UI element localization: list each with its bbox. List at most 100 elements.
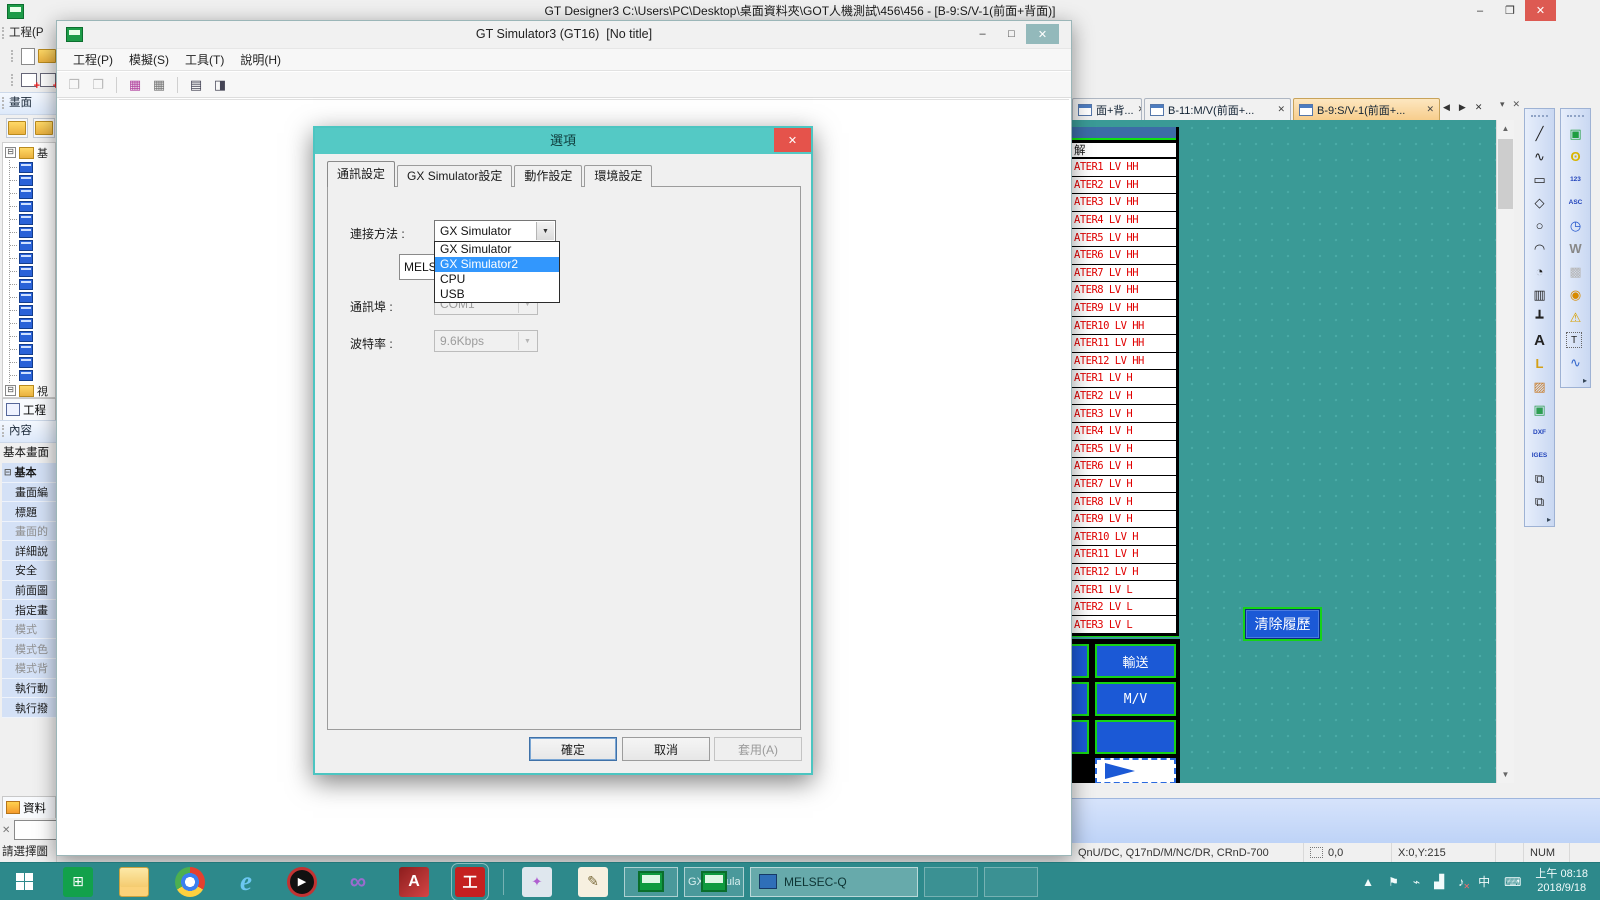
graph-icon[interactable]: ∿ [1563, 351, 1588, 374]
tree-item-screen[interactable] [10, 369, 55, 382]
visual-studio-icon[interactable]: ∞ [343, 867, 373, 897]
toolbar-more-icon[interactable]: ▸ [1583, 374, 1590, 385]
toolbar-drag-handle[interactable] [1567, 115, 1584, 117]
close-tab-icon[interactable]: ✕ [1426, 104, 1434, 115]
sector-icon[interactable]: ◔ [1527, 260, 1552, 283]
capture-group1-icon[interactable]: ⧉ [1527, 467, 1552, 490]
alarm-list-object[interactable]: 解ATER1 LV HHATER2 LV HHATER3 LV HHATER4 … [1072, 127, 1179, 634]
dxf-import-icon[interactable]: DXF [1527, 421, 1552, 444]
taskbar-button-melsec-q[interactable]: MELSEC-Q [750, 867, 918, 897]
dialog-tab[interactable]: 動作設定 [514, 165, 582, 187]
numerical-display-icon[interactable]: 123 [1563, 168, 1588, 191]
close-tab-icon[interactable]: ✕ [1277, 104, 1285, 115]
property-row[interactable]: 詳細說 [2, 541, 56, 561]
chrome-icon[interactable] [175, 867, 205, 897]
alarm-row[interactable]: ATER5 LV HH [1072, 229, 1176, 247]
alarm-row[interactable]: ATER3 LV HH [1072, 194, 1176, 212]
file-explorer-icon[interactable] [119, 867, 149, 897]
alarm-row[interactable]: ATER11 LV HH [1072, 335, 1176, 353]
menu-item[interactable]: 工具(T) [177, 51, 232, 68]
clock[interactable]: 上午 08:18 2018/9/18 [1535, 868, 1588, 895]
close-screen-icon[interactable]: ✕ [1475, 102, 1483, 113]
property-row[interactable]: 安全 [2, 561, 56, 581]
toolbar-close-icon[interactable]: ✕ [1513, 99, 1521, 110]
tray-expand-icon[interactable]: ▲ [1362, 875, 1374, 889]
screen-canvas[interactable]: 解ATER1 LV HHATER2 LV HHATER3 LV HHATER4 … [1072, 120, 1496, 783]
menu-item[interactable]: 模擬(S) [121, 51, 177, 68]
stop-simulation-icon[interactable]: ▦ [148, 75, 170, 95]
alarm-row[interactable]: ATER2 LV H [1072, 388, 1176, 406]
alarm-row[interactable]: ATER7 LV H [1072, 476, 1176, 494]
scroll-down-icon[interactable]: ▼ [1497, 766, 1514, 783]
taskbar-button-gx-simulator[interactable]: GX Simulator [684, 867, 744, 897]
dropdown-option[interactable]: USB [435, 287, 559, 302]
tree-item-screen[interactable] [10, 304, 55, 317]
tab-project[interactable]: 工程 [2, 398, 56, 420]
open-folder2-icon[interactable] [33, 118, 55, 138]
close-button[interactable]: ✕ [1026, 24, 1059, 44]
menu-item[interactable]: 說明(H) [232, 51, 289, 68]
property-row[interactable]: 模式 [2, 620, 56, 640]
toolbar-more-icon[interactable]: ▸ [1547, 513, 1554, 524]
touch-area-icon[interactable]: T [1566, 332, 1582, 348]
property-row[interactable]: 模式色 [2, 639, 56, 659]
tree-item-screen[interactable] [10, 200, 55, 213]
save-project-icon[interactable]: ❐ [87, 75, 109, 95]
switch-icon[interactable]: ▣ [1563, 122, 1588, 145]
alarm-row[interactable]: ATER8 LV H [1072, 493, 1176, 511]
dialog-tab[interactable]: 環境設定 [584, 165, 652, 187]
iges-import-icon[interactable]: IGES [1527, 444, 1552, 467]
power-icon[interactable]: ⌁ [1413, 875, 1420, 889]
dialog-tab[interactable]: GX Simulator設定 [397, 165, 512, 187]
tree-item-screen[interactable] [10, 239, 55, 252]
comment-display-icon[interactable]: W [1563, 237, 1588, 260]
close-button[interactable]: ✕ [1525, 0, 1556, 21]
hmi-button-partial[interactable] [1072, 644, 1089, 678]
dropdown-option[interactable]: CPU [435, 272, 559, 287]
taskbar-button-empty[interactable] [924, 867, 978, 897]
alarm-row[interactable]: ATER9 LV HH [1072, 300, 1176, 318]
alarm-row[interactable]: ATER7 LV HH [1072, 265, 1176, 283]
alarm-row[interactable]: ATER2 LV L [1072, 599, 1176, 617]
scroll-tabs-right-icon[interactable]: ▶ [1459, 102, 1466, 113]
polyline-icon[interactable]: ∿ [1527, 145, 1552, 168]
alarm-row[interactable]: ATER6 LV HH [1072, 247, 1176, 265]
property-row[interactable]: 畫面編 [2, 483, 56, 503]
alarm-row[interactable]: ATER10 LV HH [1072, 317, 1176, 335]
minimize-button[interactable]: – [968, 24, 997, 44]
collapse-icon[interactable]: ⊟ [5, 147, 16, 158]
store-icon[interactable]: ⊞ [63, 867, 93, 897]
autocad-icon[interactable]: A [399, 867, 429, 897]
property-row[interactable]: 基本 [2, 463, 56, 483]
property-row[interactable]: 執行動 [2, 679, 56, 699]
alarm-row[interactable]: 解 [1072, 140, 1176, 159]
alarm-row[interactable]: ATER12 LV HH [1072, 353, 1176, 371]
property-row[interactable]: 模式背 [2, 659, 56, 679]
alarm-row[interactable]: ATER11 LV H [1072, 546, 1176, 564]
tree-item-screen[interactable] [10, 252, 55, 265]
hmi-button-partial[interactable] [1072, 682, 1089, 716]
dialog-close-button[interactable]: ✕ [774, 128, 811, 152]
property-row[interactable]: 指定畫 [2, 600, 56, 620]
blank-button-object[interactable] [1095, 720, 1176, 754]
toolbar-icon[interactable] [177, 77, 178, 93]
canvas-vertical-scrollbar[interactable]: ▲ ▼ [1496, 120, 1514, 783]
triangle-object[interactable] [1095, 758, 1176, 783]
chevron-down-icon[interactable]: ▼ [536, 222, 554, 240]
paint-app-icon[interactable]: ✎ [578, 867, 608, 897]
convey-button-object[interactable]: 輸送 [1095, 644, 1176, 678]
mv-button-object[interactable]: M/V [1095, 682, 1176, 716]
ascii-display-icon[interactable]: ASC [1563, 191, 1588, 214]
scroll-up-icon[interactable]: ▲ [1497, 120, 1514, 137]
tree-item-screen[interactable] [10, 356, 55, 369]
property-row[interactable]: 前面圖 [2, 581, 56, 601]
open-project-icon[interactable] [38, 49, 56, 63]
screen-tab[interactable]: B-9:S/V-1(前面+... ✕ [1293, 98, 1440, 120]
line-icon[interactable]: ╱ [1527, 122, 1552, 145]
minimize-button[interactable]: – [1465, 0, 1495, 21]
text-icon[interactable]: A [1527, 329, 1552, 352]
parts-display-icon[interactable]: ▩ [1563, 260, 1588, 283]
restore-button[interactable]: ❐ [1495, 0, 1525, 21]
tree-item-screen[interactable] [10, 291, 55, 304]
alarm-row[interactable]: ATER1 LV L [1072, 581, 1176, 599]
